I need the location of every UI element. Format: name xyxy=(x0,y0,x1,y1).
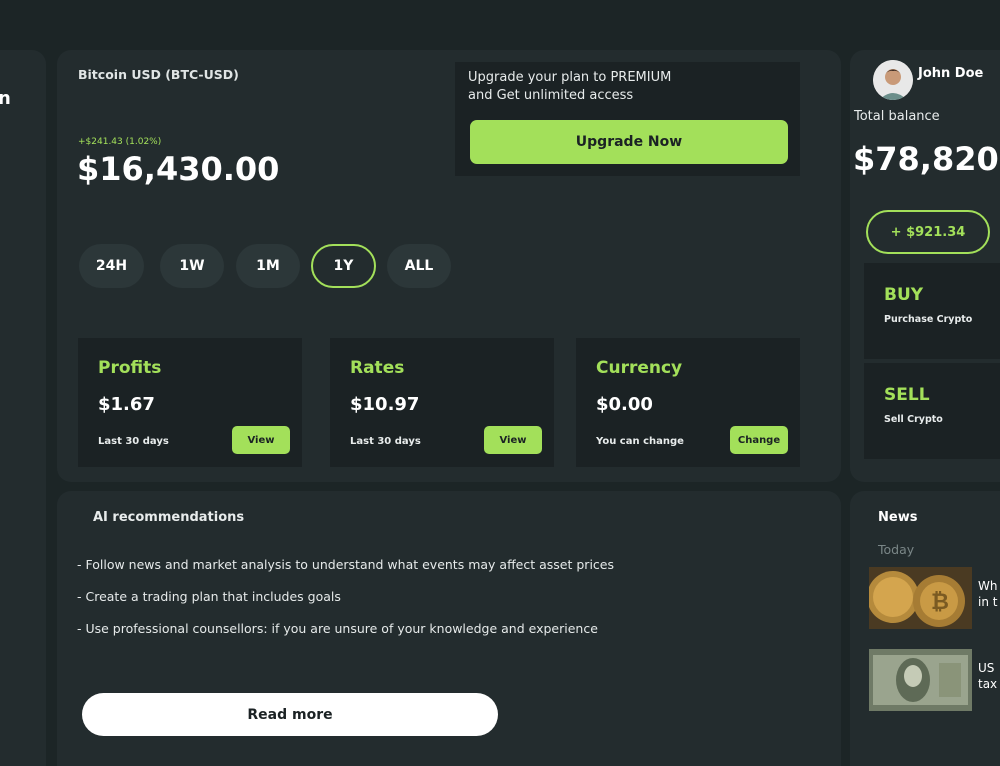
dollar-bill-thumbnail-icon xyxy=(869,649,972,711)
upgrade-line1: Upgrade your plan to PREMIUM xyxy=(468,70,672,85)
news-section-label: Today xyxy=(878,542,915,557)
news-title: News xyxy=(878,510,918,525)
read-more-button[interactable]: Read more xyxy=(82,693,498,736)
asset-change: +$241.43 (1.02%) xyxy=(78,137,162,147)
total-balance-label: Total balance xyxy=(854,109,940,124)
currency-card: Currency $0.00 You can change Change xyxy=(576,338,800,467)
asset-name: Bitcoin USD (BTC-USD) xyxy=(78,67,239,82)
profits-value: $1.67 xyxy=(98,394,155,415)
svg-text:₿: ₿ xyxy=(931,590,949,615)
rates-card: Rates $10.97 Last 30 days View xyxy=(330,338,554,467)
asset-price: $16,430.00 xyxy=(77,150,280,188)
sidebar-partial-text: n xyxy=(0,88,11,109)
news-item[interactable]: ₿ Wh in t xyxy=(869,567,1000,631)
profits-card: Profits $1.67 Last 30 days View xyxy=(78,338,302,467)
timeframe-1y[interactable]: 1Y xyxy=(311,244,376,288)
profits-view-button[interactable]: View xyxy=(232,426,290,454)
user-avatar-icon xyxy=(873,60,913,100)
currency-value: $0.00 xyxy=(596,394,653,415)
news-headline-line1: US xyxy=(978,661,995,675)
bitcoin-coins-thumbnail-icon: ₿ xyxy=(869,567,972,629)
sidebar: n xyxy=(0,50,46,766)
avatar[interactable] xyxy=(873,60,913,100)
timeframe-24h[interactable]: 24H xyxy=(79,244,144,288)
recommendations-panel: AI recommendations - Follow news and mar… xyxy=(57,491,841,766)
rates-title: Rates xyxy=(350,358,405,378)
currency-title: Currency xyxy=(596,358,683,378)
sell-subtitle: Sell Crypto xyxy=(884,414,943,425)
currency-note: You can change xyxy=(596,436,684,447)
news-panel: News Today ₿ Wh in t US tax xyxy=(850,491,1000,766)
total-balance-value: $78,820 xyxy=(853,140,999,178)
buy-title: BUY xyxy=(884,285,924,305)
timeframe-1m[interactable]: 1M xyxy=(236,244,300,288)
sell-title: SELL xyxy=(884,385,930,405)
upgrade-line2: and Get unlimited access xyxy=(468,88,634,103)
currency-change-button[interactable]: Change xyxy=(730,426,788,454)
rates-period: Last 30 days xyxy=(350,436,421,447)
timeframe-all[interactable]: ALL xyxy=(387,244,451,288)
upgrade-now-button[interactable]: Upgrade Now xyxy=(470,120,788,164)
rates-value: $10.97 xyxy=(350,394,420,415)
buy-subtitle: Purchase Crypto xyxy=(884,314,973,325)
upgrade-card: Upgrade your plan to PREMIUM and Get unl… xyxy=(455,62,800,176)
profits-title: Profits xyxy=(98,358,162,378)
recommendation-item: - Follow news and market analysis to und… xyxy=(77,557,614,572)
news-item[interactable]: US tax xyxy=(869,649,1000,713)
news-headline-line2: in t xyxy=(978,595,998,609)
sell-card[interactable]: SELL Sell Crypto xyxy=(864,363,1000,459)
news-headline-line1: Wh xyxy=(978,579,998,593)
buy-card[interactable]: BUY Purchase Crypto xyxy=(864,263,1000,359)
timeframe-1w[interactable]: 1W xyxy=(160,244,224,288)
rates-view-button[interactable]: View xyxy=(484,426,542,454)
user-name: John Doe xyxy=(918,66,984,81)
news-headline-line2: tax xyxy=(978,677,998,691)
profits-period: Last 30 days xyxy=(98,436,169,447)
recommendation-item: - Use professional counsellors: if you a… xyxy=(77,621,598,636)
balance-change-badge: + $921.34 xyxy=(866,210,990,254)
recommendation-item: - Create a trading plan that includes go… xyxy=(77,589,341,604)
recommendations-title: AI recommendations xyxy=(93,510,245,525)
